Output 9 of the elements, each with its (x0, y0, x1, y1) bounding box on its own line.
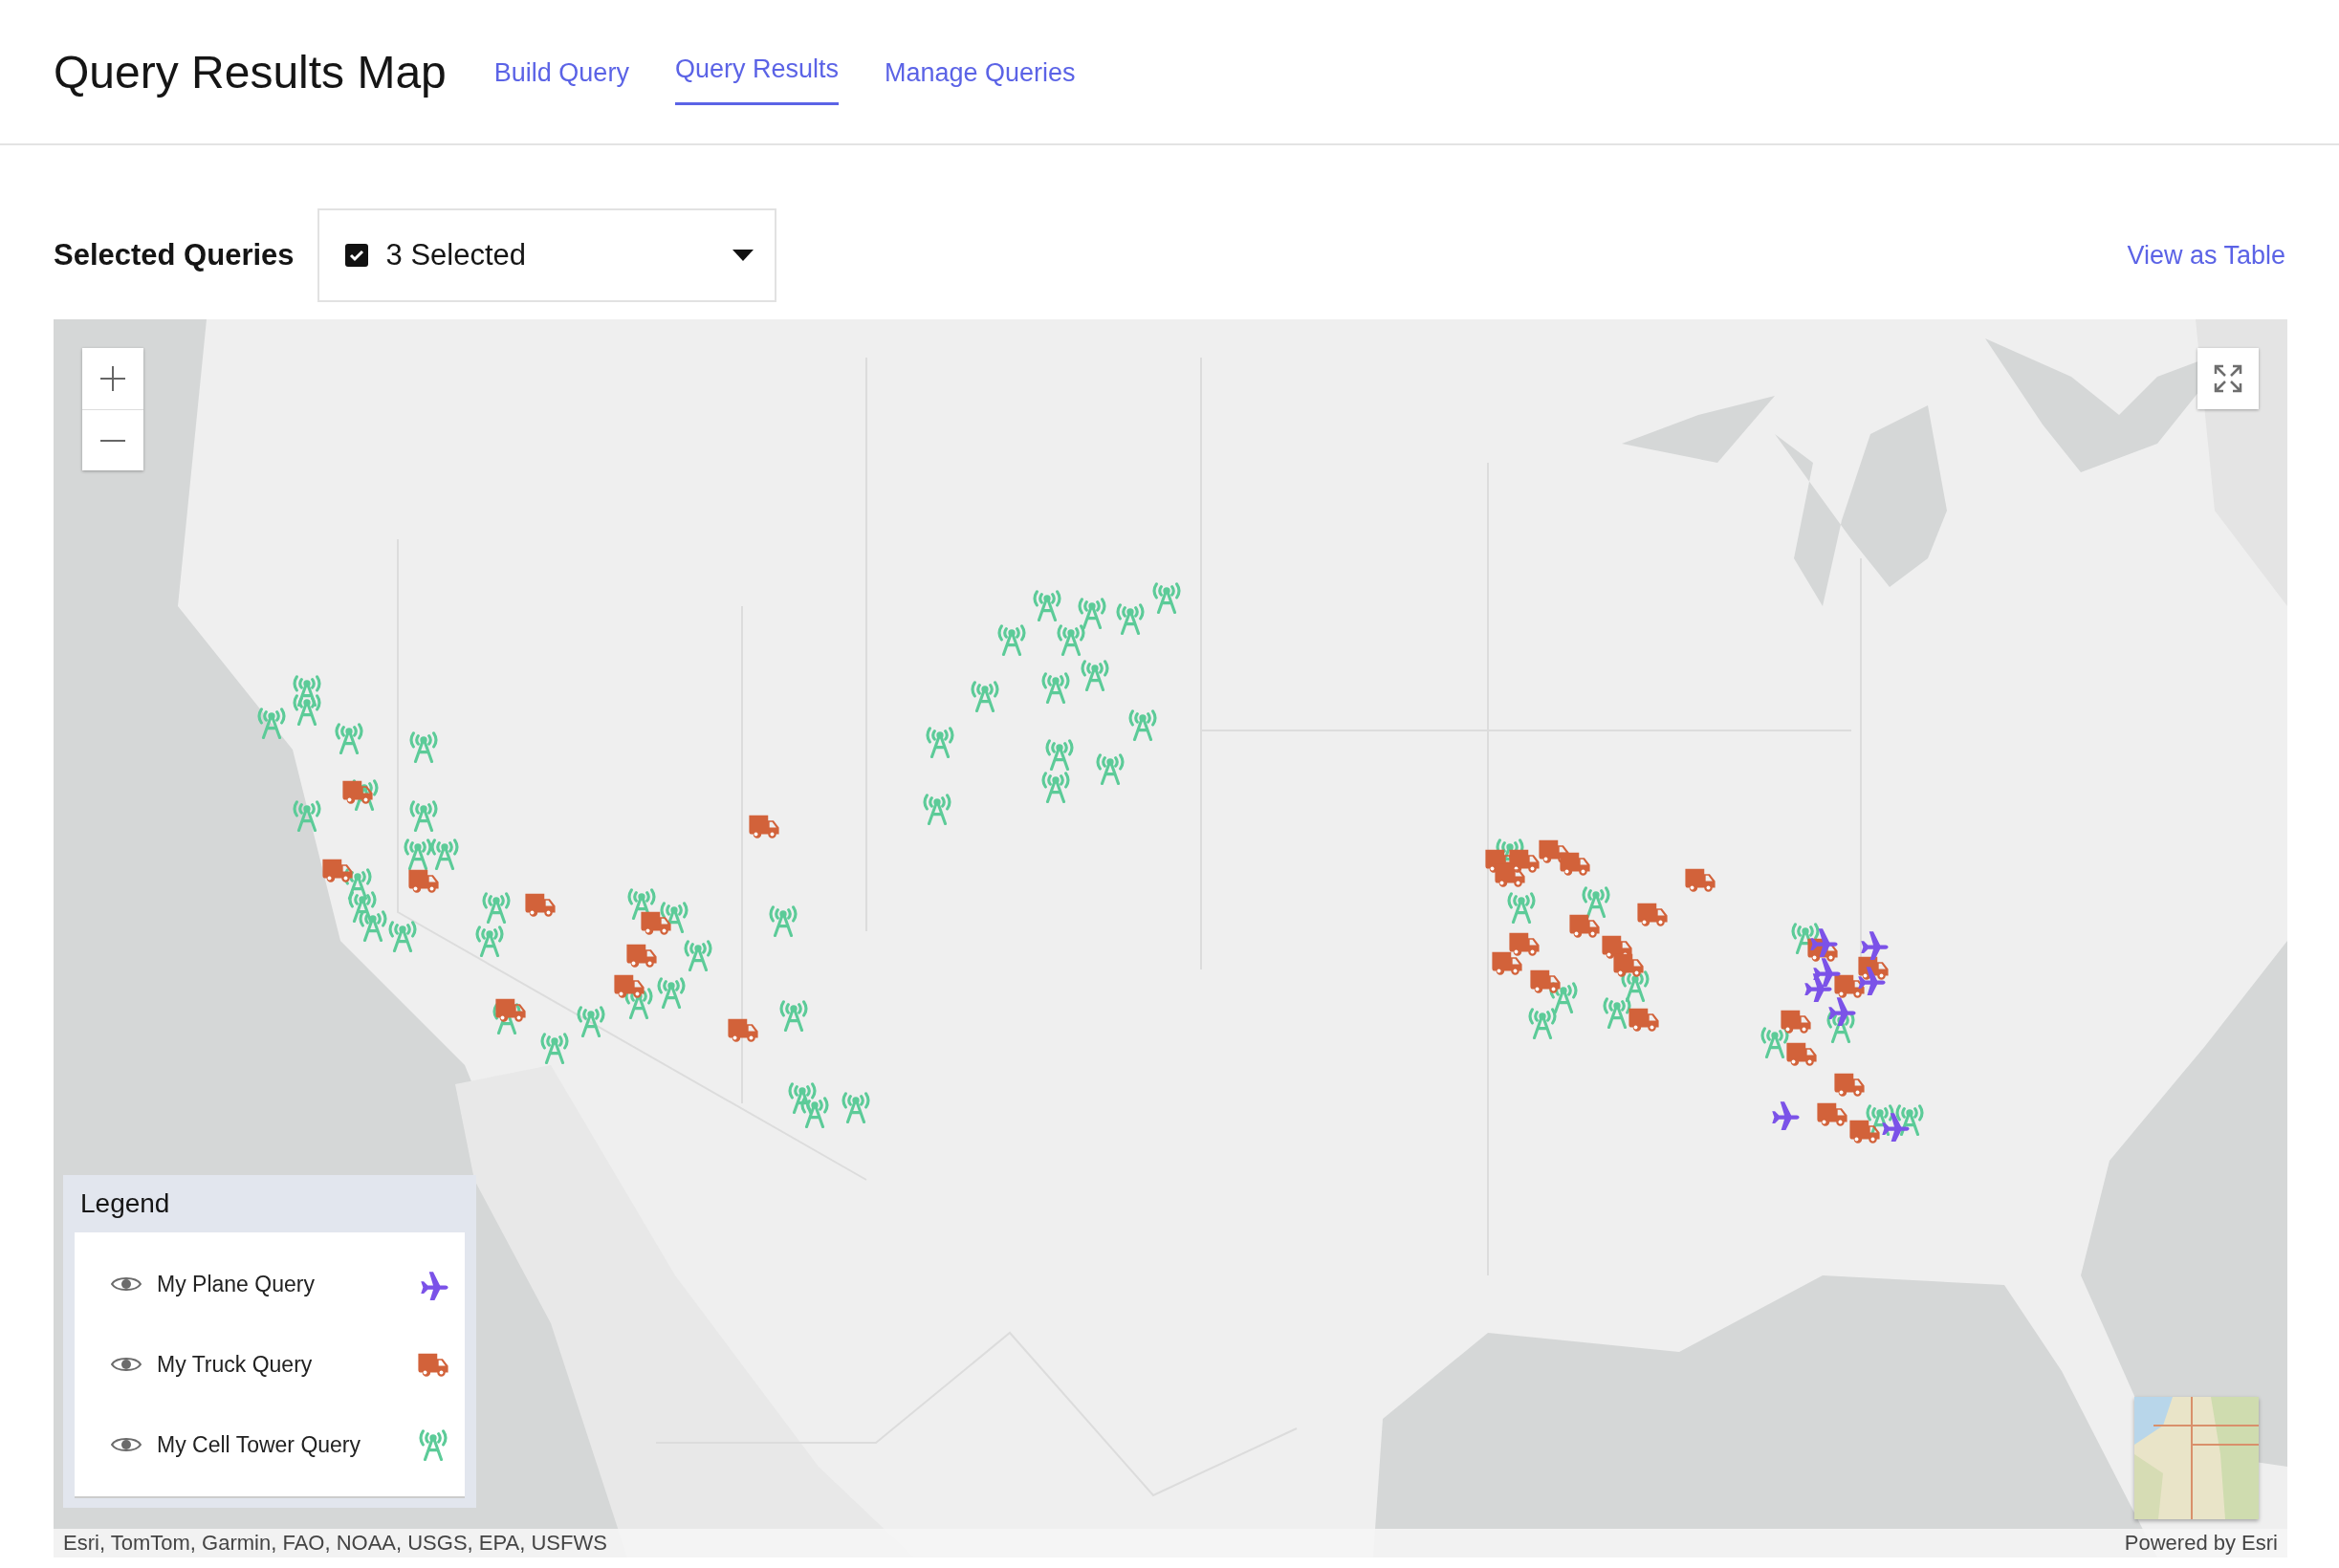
view-as-table-link[interactable]: View as Table (2127, 240, 2285, 271)
nav-tab[interactable]: Build Query (493, 0, 629, 143)
page-title: Query Results Map (54, 45, 447, 98)
caret-icon (732, 250, 754, 261)
query-dropdown[interactable]: 3 Selected (317, 208, 776, 302)
filter-label: Selected Queries (54, 238, 295, 272)
checkbox[interactable] (343, 243, 369, 268)
nav-tab[interactable]: Query Results (674, 0, 839, 105)
nav-tab[interactable]: Manage Queries (884, 0, 1076, 143)
